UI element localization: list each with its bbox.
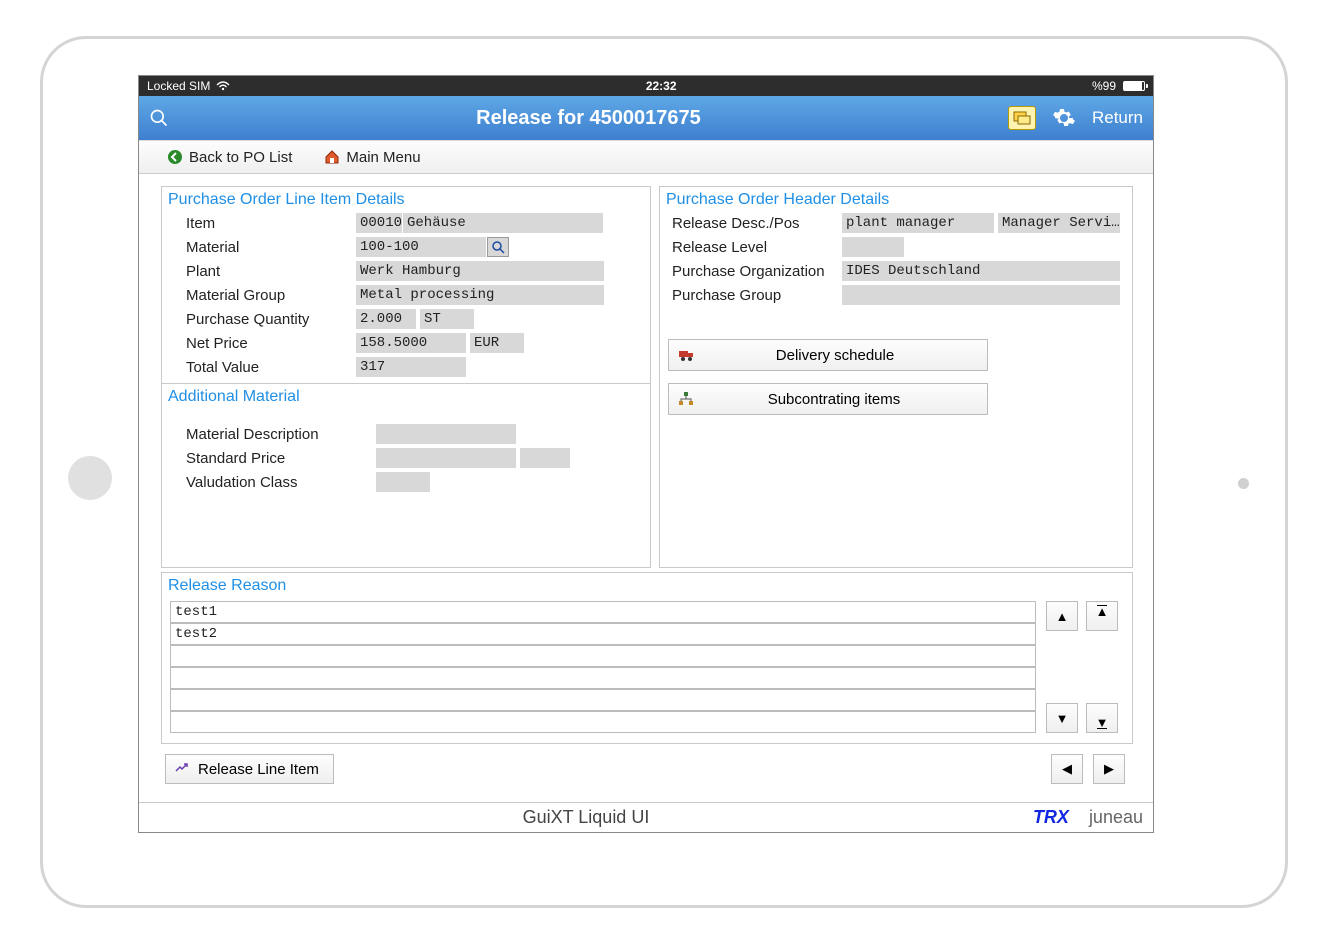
home-button[interactable] [68,456,112,500]
line-item-title: Purchase Order Line Item Details [162,187,650,211]
sim-status: Locked SIM [147,79,210,93]
search-icon[interactable] [149,108,169,128]
field-qty[interactable]: 2.000 [356,309,416,329]
nav-bar: Release for 4500017675 Return [139,96,1153,140]
hierarchy-icon [679,392,693,406]
back-to-po-list[interactable]: Back to PO List [167,149,292,166]
header-title: Purchase Order Header Details [660,187,1132,211]
label-qty: Purchase Quantity [186,311,356,328]
ios-status-bar: Locked SIM 22:32 %99 [139,76,1153,96]
camera-dot [1238,478,1249,489]
release-line-4[interactable] [170,667,1036,689]
field-porg[interactable]: IDES Deutschland [842,261,1120,281]
field-valclass[interactable] [376,472,430,492]
footer: GuiXT Liquid UI TRX juneau [139,802,1153,832]
additional-material-title: Additional Material [162,383,650,408]
back-label: Back to PO List [189,149,292,166]
label-netprice: Net Price [186,335,356,352]
field-currency[interactable]: EUR [470,333,524,353]
label-valclass: Valudation Class [186,474,376,491]
field-matdesc[interactable] [376,424,516,444]
field-item-desc[interactable]: Gehäuse [403,213,603,233]
battery-icon [1123,81,1145,91]
scroll-up-button[interactable]: ▲ [1046,601,1078,631]
status-time: 22:32 [230,79,1092,93]
label-pgrp: Purchase Group [672,287,842,304]
main-menu-label: Main Menu [346,149,420,166]
delivery-label: Delivery schedule [707,347,987,364]
release-lines [170,601,1036,733]
page-title: Release for 4500017675 [179,107,998,130]
back-arrow-icon [167,149,183,165]
label-total: Total Value [186,359,356,376]
settings-icon[interactable] [1052,106,1076,130]
label-matgroup: Material Group [186,287,356,304]
label-rellevel: Release Level [672,239,842,256]
release-line-5[interactable] [170,689,1036,711]
sap-shortcut-icon[interactable] [1008,106,1036,130]
field-rellevel[interactable] [842,237,904,257]
scroll-bottom-button[interactable]: ▼ [1086,703,1118,733]
subcon-label: Subcontrating items [705,391,987,408]
release-line-2[interactable] [170,623,1036,645]
label-plant: Plant [186,263,356,280]
header-panel: Purchase Order Header Details Release De… [659,186,1133,568]
release-line-item-button[interactable]: Release Line Item [165,754,334,784]
truck-icon [679,348,695,362]
release-reason-panel: Release Reason ▲ ▲ [161,572,1133,744]
release-reason-title: Release Reason [162,573,1132,597]
footer-user: juneau [1089,807,1143,828]
main-menu[interactable]: Main Menu [324,149,420,166]
toolbar: Back to PO List Main Menu [139,140,1153,174]
content-area: Purchase Order Line Item Details Item 00… [139,174,1153,802]
wifi-icon [216,81,230,91]
field-matgroup[interactable]: Metal processing [356,285,604,305]
footer-trx[interactable]: TRX [1033,807,1069,828]
field-pgrp[interactable] [842,285,1120,305]
label-material: Material [186,239,356,256]
app-screen: Locked SIM 22:32 %99 Release for 4500017… [138,75,1154,833]
release-line-label: Release Line Item [198,761,319,778]
footer-product: GuiXT Liquid UI [139,807,1033,828]
subcontracting-button[interactable]: Subcontrating items [668,383,988,415]
field-reldesc1[interactable]: plant manager [842,213,994,233]
field-reldesc2[interactable]: Manager Servi… [998,213,1120,233]
scroll-down-button[interactable]: ▼ [1046,703,1078,733]
label-stdprice: Standard Price [186,450,376,467]
label-matdesc: Material Description [186,426,376,443]
field-material[interactable]: 100-100 [356,237,486,257]
next-item-button[interactable]: ▶ [1093,754,1125,784]
field-total[interactable]: 317 [356,357,466,377]
field-uom[interactable]: ST [420,309,474,329]
field-plant[interactable]: Werk Hamburg [356,261,604,281]
label-porg: Purchase Organization [672,263,842,280]
line-item-panel: Purchase Order Line Item Details Item 00… [161,186,651,568]
label-item: Item [186,215,356,232]
field-stdprice[interactable] [376,448,516,468]
material-search-icon[interactable] [487,237,509,257]
scroll-top-button[interactable]: ▲ [1086,601,1118,631]
release-icon [174,761,190,777]
return-link[interactable]: Return [1092,108,1143,128]
battery-percent: %99 [1092,79,1116,93]
prev-item-button[interactable]: ◀ [1051,754,1083,784]
field-netprice[interactable]: 158.5000 [356,333,466,353]
bottom-actions: Release Line Item ◀ ▶ [161,744,1133,784]
home-icon [324,149,340,165]
release-line-3[interactable] [170,645,1036,667]
field-stdprice-unit[interactable] [520,448,570,468]
release-line-1[interactable] [170,601,1036,623]
field-item-no[interactable]: 00010 [356,213,402,233]
release-line-6[interactable] [170,711,1036,733]
delivery-schedule-button[interactable]: Delivery schedule [668,339,988,371]
label-reldesc: Release Desc./Pos [672,215,842,232]
